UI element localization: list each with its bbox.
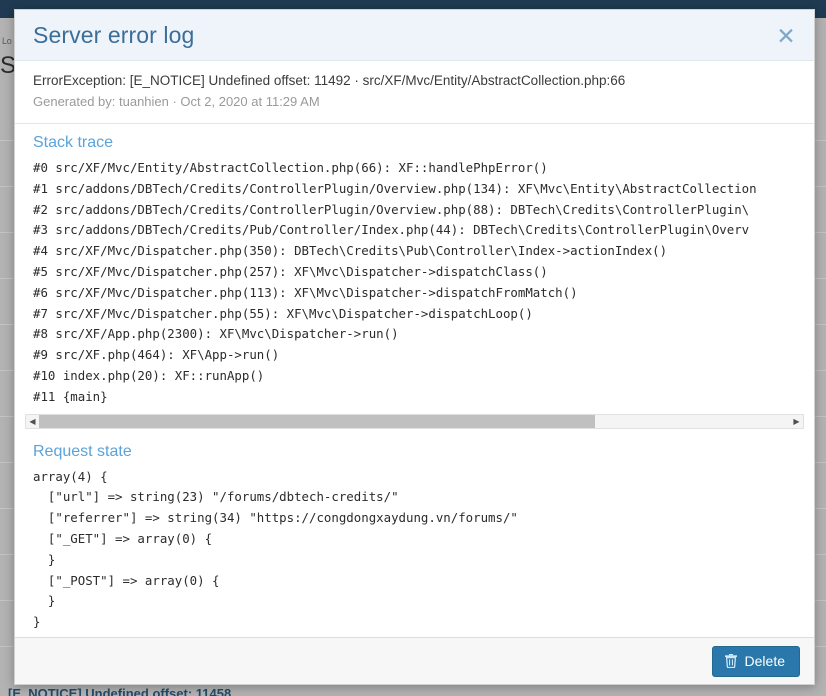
server-error-log-dialog: Server error log ✕ ErrorException: [E_NO…: [14, 9, 815, 685]
scrollbar-right-arrow-icon[interactable]: ▶: [790, 415, 803, 428]
delete-button-label: Delete: [744, 652, 785, 669]
stack-trace-code: #0 src/XF/Mvc/Entity/AbstractCollection.…: [33, 160, 757, 404]
background-breadcrumb: Lo: [2, 36, 12, 46]
dialog-body: Stack trace #0 src/XF/Mvc/Entity/Abstrac…: [15, 124, 814, 637]
dialog-footer: Delete: [15, 637, 814, 684]
close-icon[interactable]: ✕: [772, 22, 800, 50]
background-error-entry-link[interactable]: [E_NOTICE] Undefined offset: 11458: [8, 686, 231, 696]
error-summary: ErrorException: [E_NOTICE] Undefined off…: [15, 61, 814, 124]
scrollbar-track[interactable]: [39, 414, 790, 428]
request-state-heading: Request state: [33, 442, 132, 460]
dialog-header: Server error log ✕: [15, 10, 814, 61]
scrollbar-thumb[interactable]: [39, 414, 595, 428]
request-state-code: array(4) { ["url"] => string(23) "/forum…: [33, 468, 518, 630]
stack-trace-heading: Stack trace: [33, 134, 114, 151]
stack-trace-horizontal-scrollbar[interactable]: ◀ ▶: [25, 413, 804, 429]
trash-icon: [724, 653, 738, 668]
scrollbar-left-arrow-icon[interactable]: ◀: [26, 415, 39, 428]
dialog-title: Server error log: [33, 21, 195, 48]
exception-line: ErrorException: [E_NOTICE] Undefined off…: [33, 73, 626, 88]
generated-by-line: Generated by: tuanhien · Oct 2, 2020 at …: [33, 94, 320, 109]
delete-button[interactable]: Delete: [711, 645, 800, 677]
